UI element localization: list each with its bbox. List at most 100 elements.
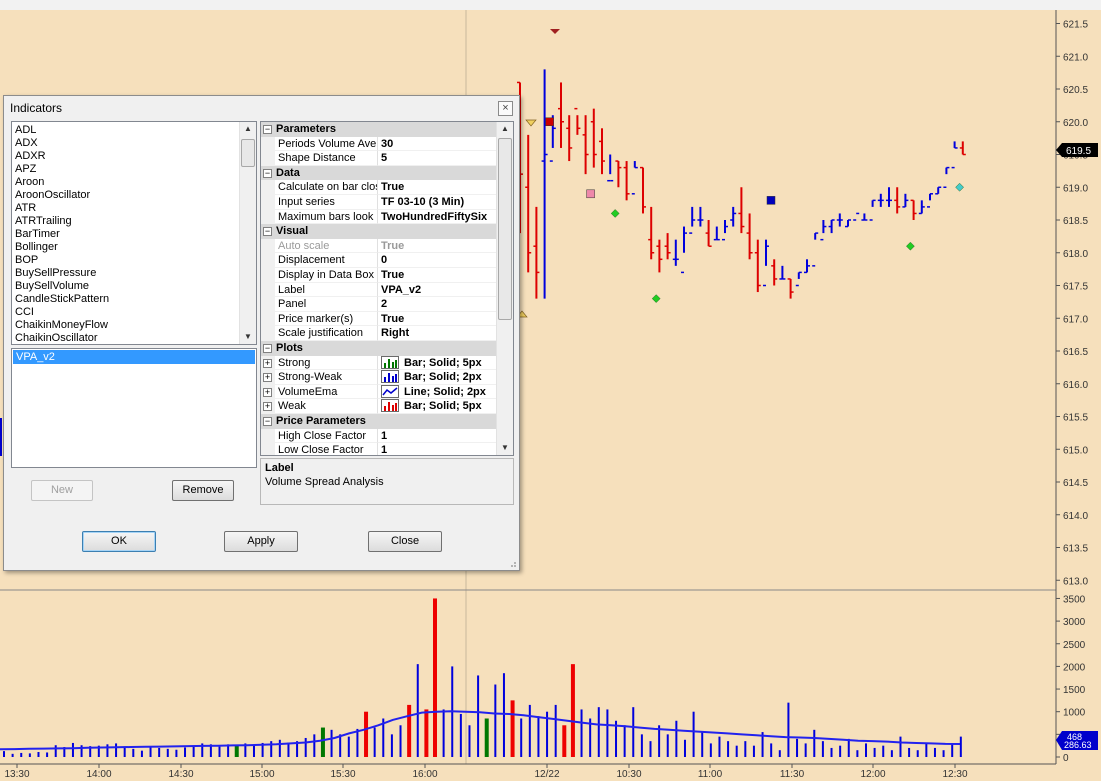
property-row[interactable]: Display in Data Box True xyxy=(261,268,496,283)
category-label: Price Parameters xyxy=(276,415,366,427)
property-value[interactable]: 5 xyxy=(378,151,496,166)
property-row[interactable]: Price marker(s) True xyxy=(261,311,496,327)
new-button[interactable]: New xyxy=(31,480,93,501)
indicator-list-item[interactable]: BarTimer xyxy=(15,228,109,241)
indicator-list-item[interactable]: Aroon xyxy=(15,176,109,189)
property-name: VolumeEma xyxy=(275,384,378,400)
property-value[interactable]: Right xyxy=(378,326,496,341)
scroll-thumb[interactable] xyxy=(498,138,512,320)
volume-bar xyxy=(597,707,600,757)
scroll-thumb[interactable] xyxy=(241,139,255,167)
expand-icon[interactable]: + xyxy=(263,373,272,383)
scroll-up-icon[interactable]: ▲ xyxy=(497,122,513,136)
property-value[interactable]: True xyxy=(378,180,496,195)
property-value[interactable]: 1 xyxy=(378,443,496,455)
property-row[interactable]: + Strong Bar; Solid; 5px xyxy=(261,355,496,371)
indicator-list-item[interactable]: BOP xyxy=(15,254,109,267)
property-row[interactable]: Scale justification Right xyxy=(261,326,496,341)
property-row[interactable]: Maximum bars look backTwoHundredFiftySix xyxy=(261,209,496,225)
expand-icon[interactable]: + xyxy=(263,402,272,412)
property-grid[interactable]: −ParametersPeriods Volume Average30Shape… xyxy=(260,121,514,456)
property-value[interactable]: True xyxy=(378,239,496,254)
property-category[interactable]: − Plots xyxy=(261,341,496,356)
collapse-icon[interactable]: − xyxy=(263,125,272,134)
indicator-list-item[interactable]: CCI xyxy=(15,306,109,319)
property-category[interactable]: − Parameters xyxy=(261,122,496,137)
apply-button[interactable]: Apply xyxy=(224,531,298,552)
property-row[interactable]: Shape Distance 5 xyxy=(261,151,496,166)
indicator-list-item[interactable]: ChaikinMoneyFlow xyxy=(15,319,109,332)
property-row[interactable]: + VolumeEma Line; Solid; 2px xyxy=(261,384,496,400)
indicators-dialog[interactable]: Indicators × ADL ADX ADXR APZ Aroon AroonOsci… xyxy=(3,95,520,571)
property-value[interactable]: TwoHundredFiftySix xyxy=(378,210,496,225)
volume-bar xyxy=(149,747,152,757)
property-value[interactable]: Line; Solid; 2px xyxy=(378,384,496,400)
active-indicator-list[interactable]: VPA_v2 xyxy=(11,348,257,468)
price-tick-label: 613.0 xyxy=(1063,576,1088,587)
property-row[interactable]: Low Close Factor 1 xyxy=(261,443,496,455)
property-value[interactable]: True xyxy=(378,268,496,283)
dialog-title: Indicators xyxy=(10,101,63,115)
indicator-list-item[interactable]: CandleStickPattern xyxy=(15,293,109,306)
scroll-down-icon[interactable]: ▼ xyxy=(497,441,513,455)
volume-bar xyxy=(554,704,557,757)
indicator-list-item[interactable]: AroonOscillator xyxy=(15,189,109,202)
row-gutter xyxy=(261,136,275,152)
ok-button[interactable]: OK xyxy=(82,531,156,552)
property-category[interactable]: − Data xyxy=(261,165,496,181)
close-icon[interactable]: × xyxy=(498,101,513,116)
expand-icon[interactable]: + xyxy=(263,358,272,368)
collapse-icon[interactable]: − xyxy=(263,344,272,353)
collapse-icon[interactable]: − xyxy=(263,417,272,426)
property-category[interactable]: − Visual xyxy=(261,224,496,239)
property-row[interactable]: Input series TF 03-10 (3 Min) xyxy=(261,195,496,210)
property-value[interactable]: 0 xyxy=(378,253,496,268)
close-button[interactable]: Close xyxy=(368,531,442,552)
row-gutter xyxy=(261,238,275,254)
property-value[interactable]: Bar; Solid; 5px xyxy=(378,355,496,371)
active-indicator-item[interactable]: VPA_v2 xyxy=(13,350,255,364)
property-value[interactable]: 30 xyxy=(378,137,496,152)
property-value[interactable]: 2 xyxy=(378,297,496,312)
property-row[interactable]: Periods Volume Average30 xyxy=(261,136,496,152)
indicator-list-item[interactable]: ATR xyxy=(15,202,109,215)
property-row[interactable]: Label VPA_v2 xyxy=(261,282,496,298)
property-row[interactable]: Calculate on bar close True xyxy=(261,180,496,195)
property-value[interactable]: True xyxy=(378,312,496,327)
scroll-down-icon[interactable]: ▼ xyxy=(240,330,256,344)
property-row[interactable]: Panel 2 xyxy=(261,297,496,312)
property-name: Strong xyxy=(275,355,378,371)
collapse-icon[interactable]: − xyxy=(263,227,272,237)
property-row[interactable]: Displacement 0 xyxy=(261,253,496,268)
property-row[interactable]: Auto scale True xyxy=(261,238,496,254)
indicator-list-scrollbar[interactable]: ▲ ▼ xyxy=(239,122,256,344)
indicator-list-item[interactable]: ADX xyxy=(15,137,109,150)
property-row[interactable]: + Weak Bar; Solid; 5px xyxy=(261,399,496,414)
indicator-list-item[interactable]: ADL xyxy=(15,124,109,137)
property-value[interactable]: Bar; Solid; 5px xyxy=(378,399,496,414)
property-value[interactable]: 1 xyxy=(378,429,496,444)
property-value[interactable]: VPA_v2 xyxy=(378,283,496,298)
volume-bar xyxy=(606,709,609,757)
remove-button[interactable]: Remove xyxy=(172,480,234,501)
indicator-list[interactable]: ADL ADX ADXR APZ Aroon AroonOscillator ATR ATRT… xyxy=(11,121,257,345)
property-value[interactable]: TF 03-10 (3 Min) xyxy=(378,195,496,210)
indicator-list-item[interactable]: BuySellPressure xyxy=(15,267,109,280)
property-row[interactable]: + Strong-Weak Bar; Solid; 2px xyxy=(261,370,496,385)
volume-bar xyxy=(407,704,412,757)
indicator-list-item[interactable]: ATRTrailing xyxy=(15,215,109,228)
property-category[interactable]: − Price Parameters xyxy=(261,414,496,429)
indicator-list-item[interactable]: APZ xyxy=(15,163,109,176)
property-name: Display in Data Box xyxy=(275,268,378,283)
indicator-list-item[interactable]: ADXR xyxy=(15,150,109,163)
property-value[interactable]: Bar; Solid; 2px xyxy=(378,370,496,385)
indicator-list-item[interactable]: Bollinger xyxy=(15,241,109,254)
indicator-list-item[interactable]: BuySellVolume xyxy=(15,280,109,293)
collapse-icon[interactable]: − xyxy=(263,168,272,178)
scroll-up-icon[interactable]: ▲ xyxy=(240,122,256,136)
indicator-list-item[interactable]: ChaikinOscillator xyxy=(15,332,109,344)
expand-icon[interactable]: + xyxy=(263,387,272,397)
property-row[interactable]: High Close Factor 1 xyxy=(261,428,496,444)
resize-grip-icon[interactable] xyxy=(507,558,517,568)
property-grid-scrollbar[interactable]: ▲ ▼ xyxy=(496,122,513,455)
